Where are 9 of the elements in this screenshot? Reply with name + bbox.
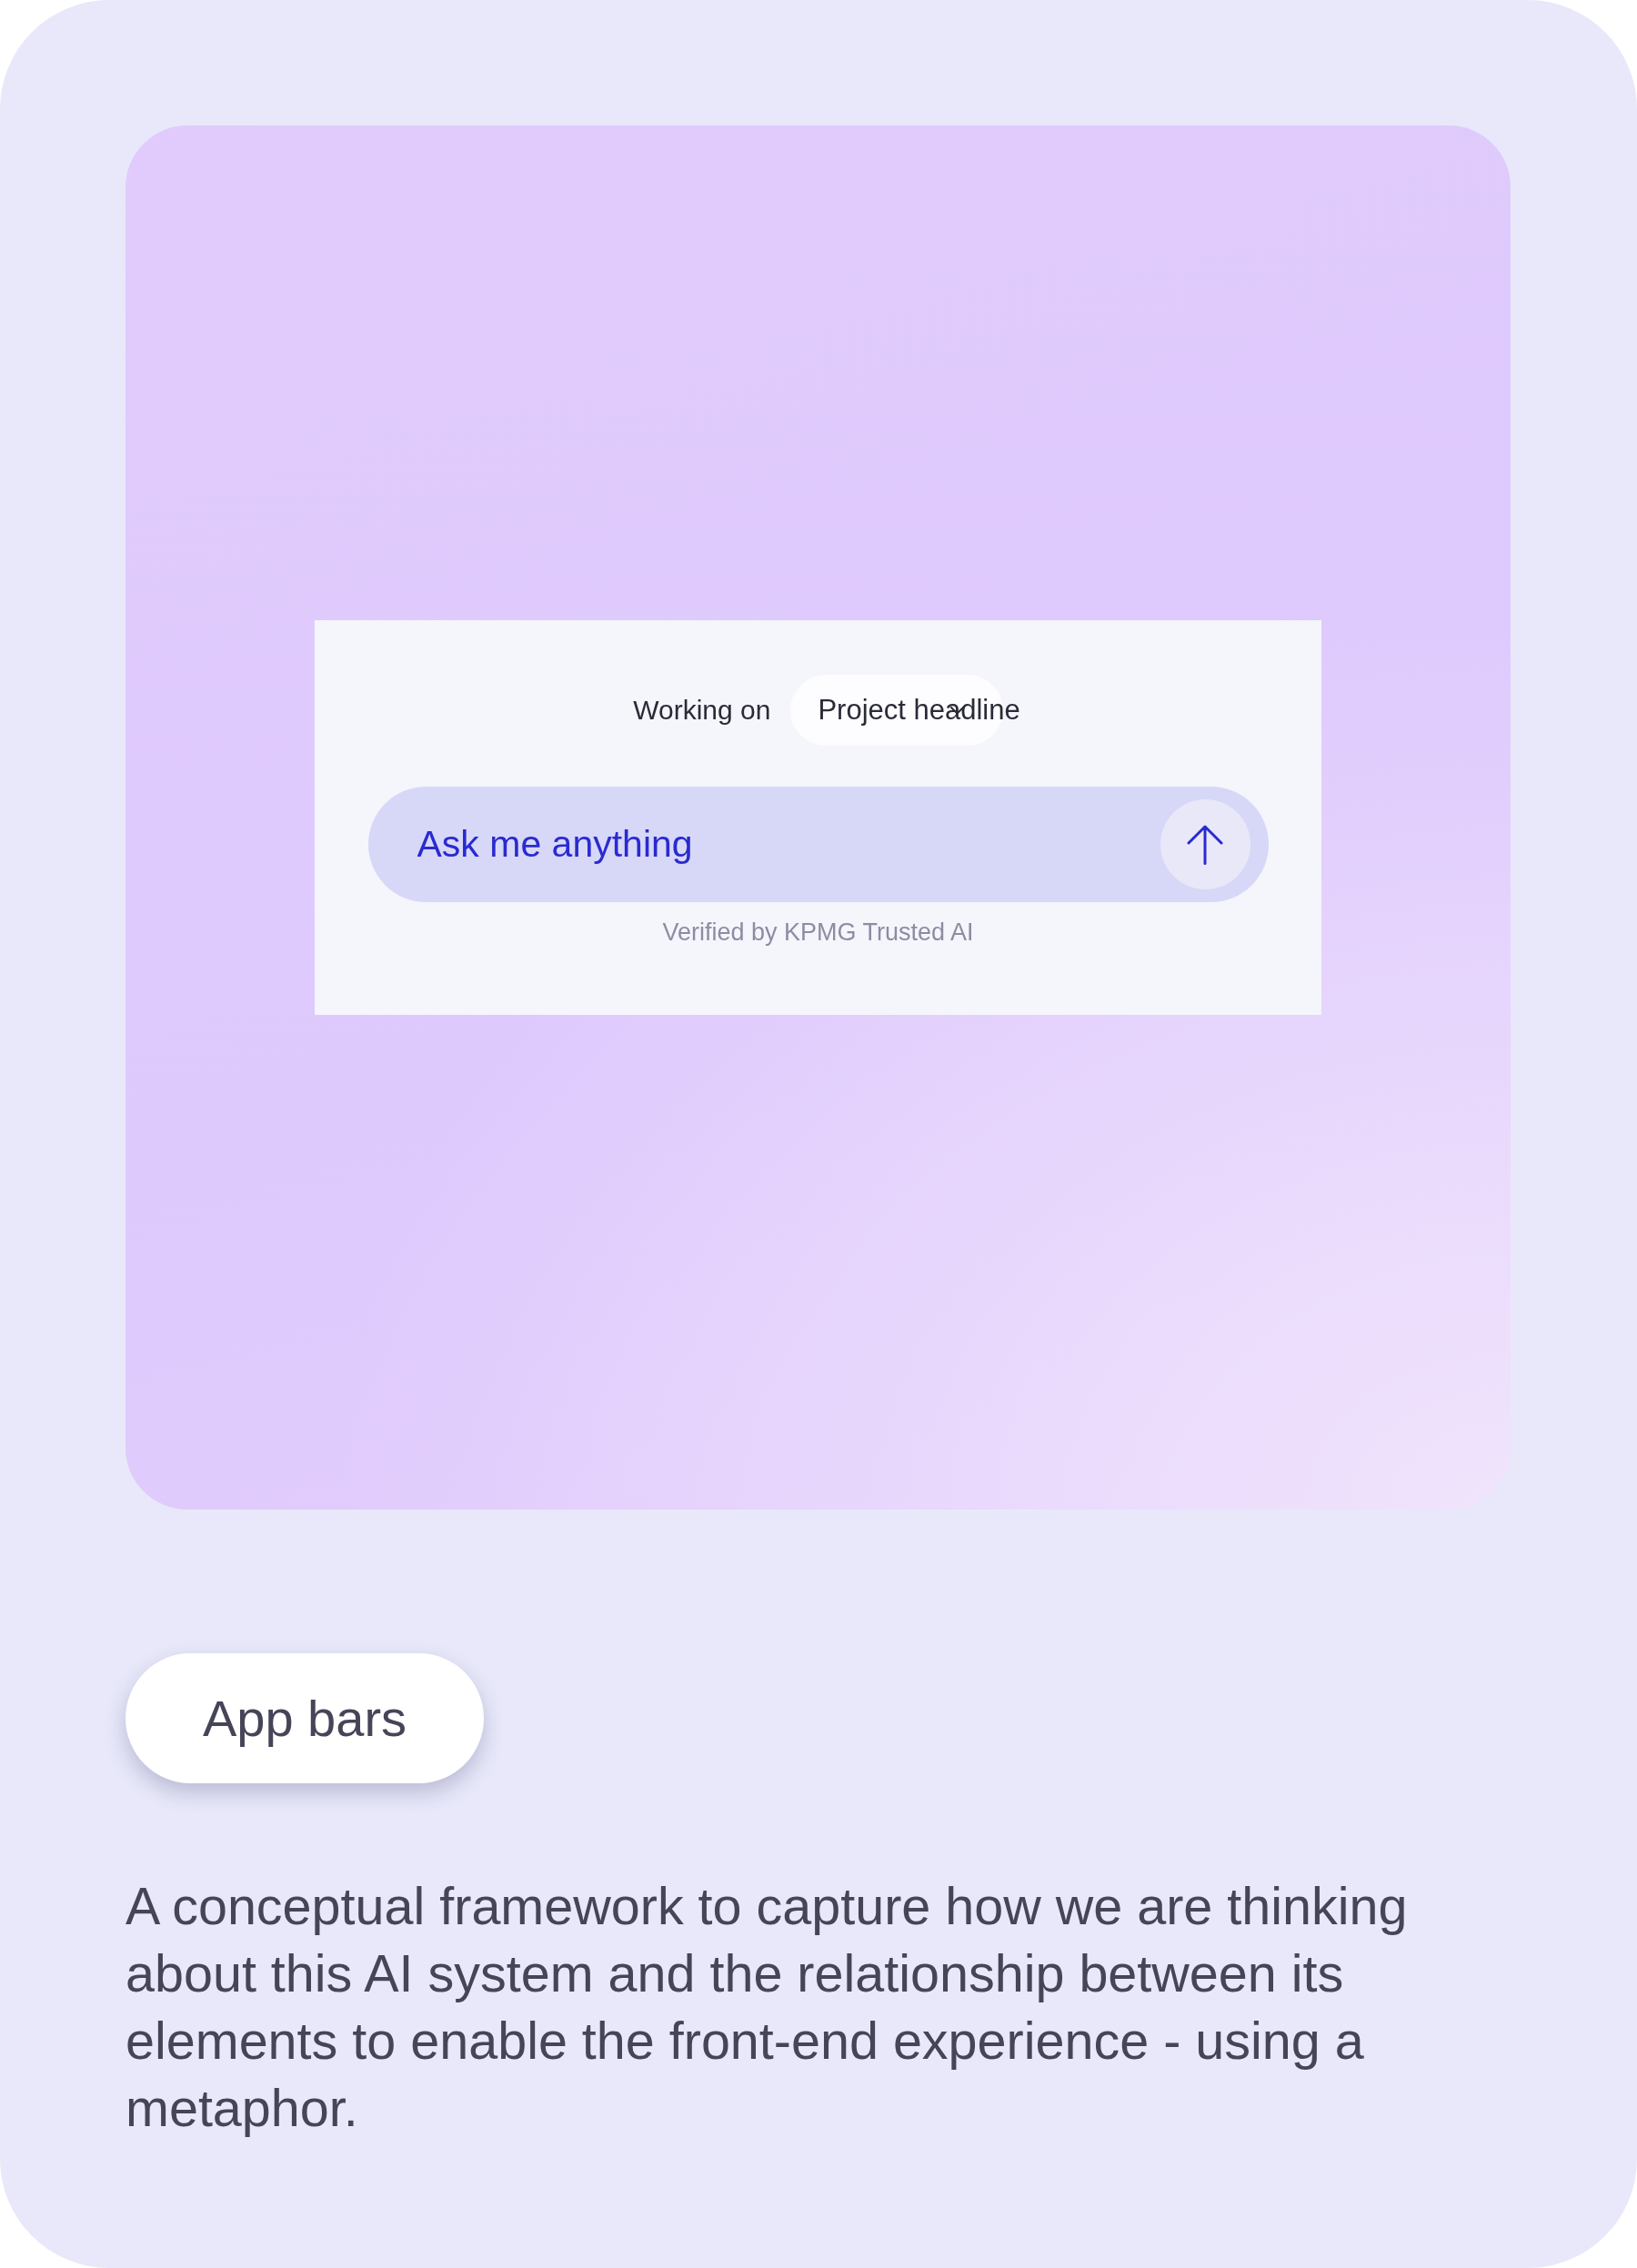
- verified-note: Verified by KPMG Trusted AI: [662, 918, 974, 947]
- working-on-label: Working on: [633, 695, 771, 726]
- ask-input[interactable]: Ask me anything: [417, 817, 1142, 872]
- ask-field[interactable]: Ask me anything: [367, 787, 1269, 902]
- project-dropdown[interactable]: Project headline: [790, 675, 1020, 746]
- category-tag: App bars: [126, 1653, 484, 1783]
- arrow-up-icon: [1187, 824, 1223, 865]
- description-text: A conceptual framework to capture how we are thinking about this AI system and the relationship between its elements to enable the front-end experience - using a metaphor.: [126, 1876, 1409, 2139]
- chevron-down-icon: [950, 707, 965, 715]
